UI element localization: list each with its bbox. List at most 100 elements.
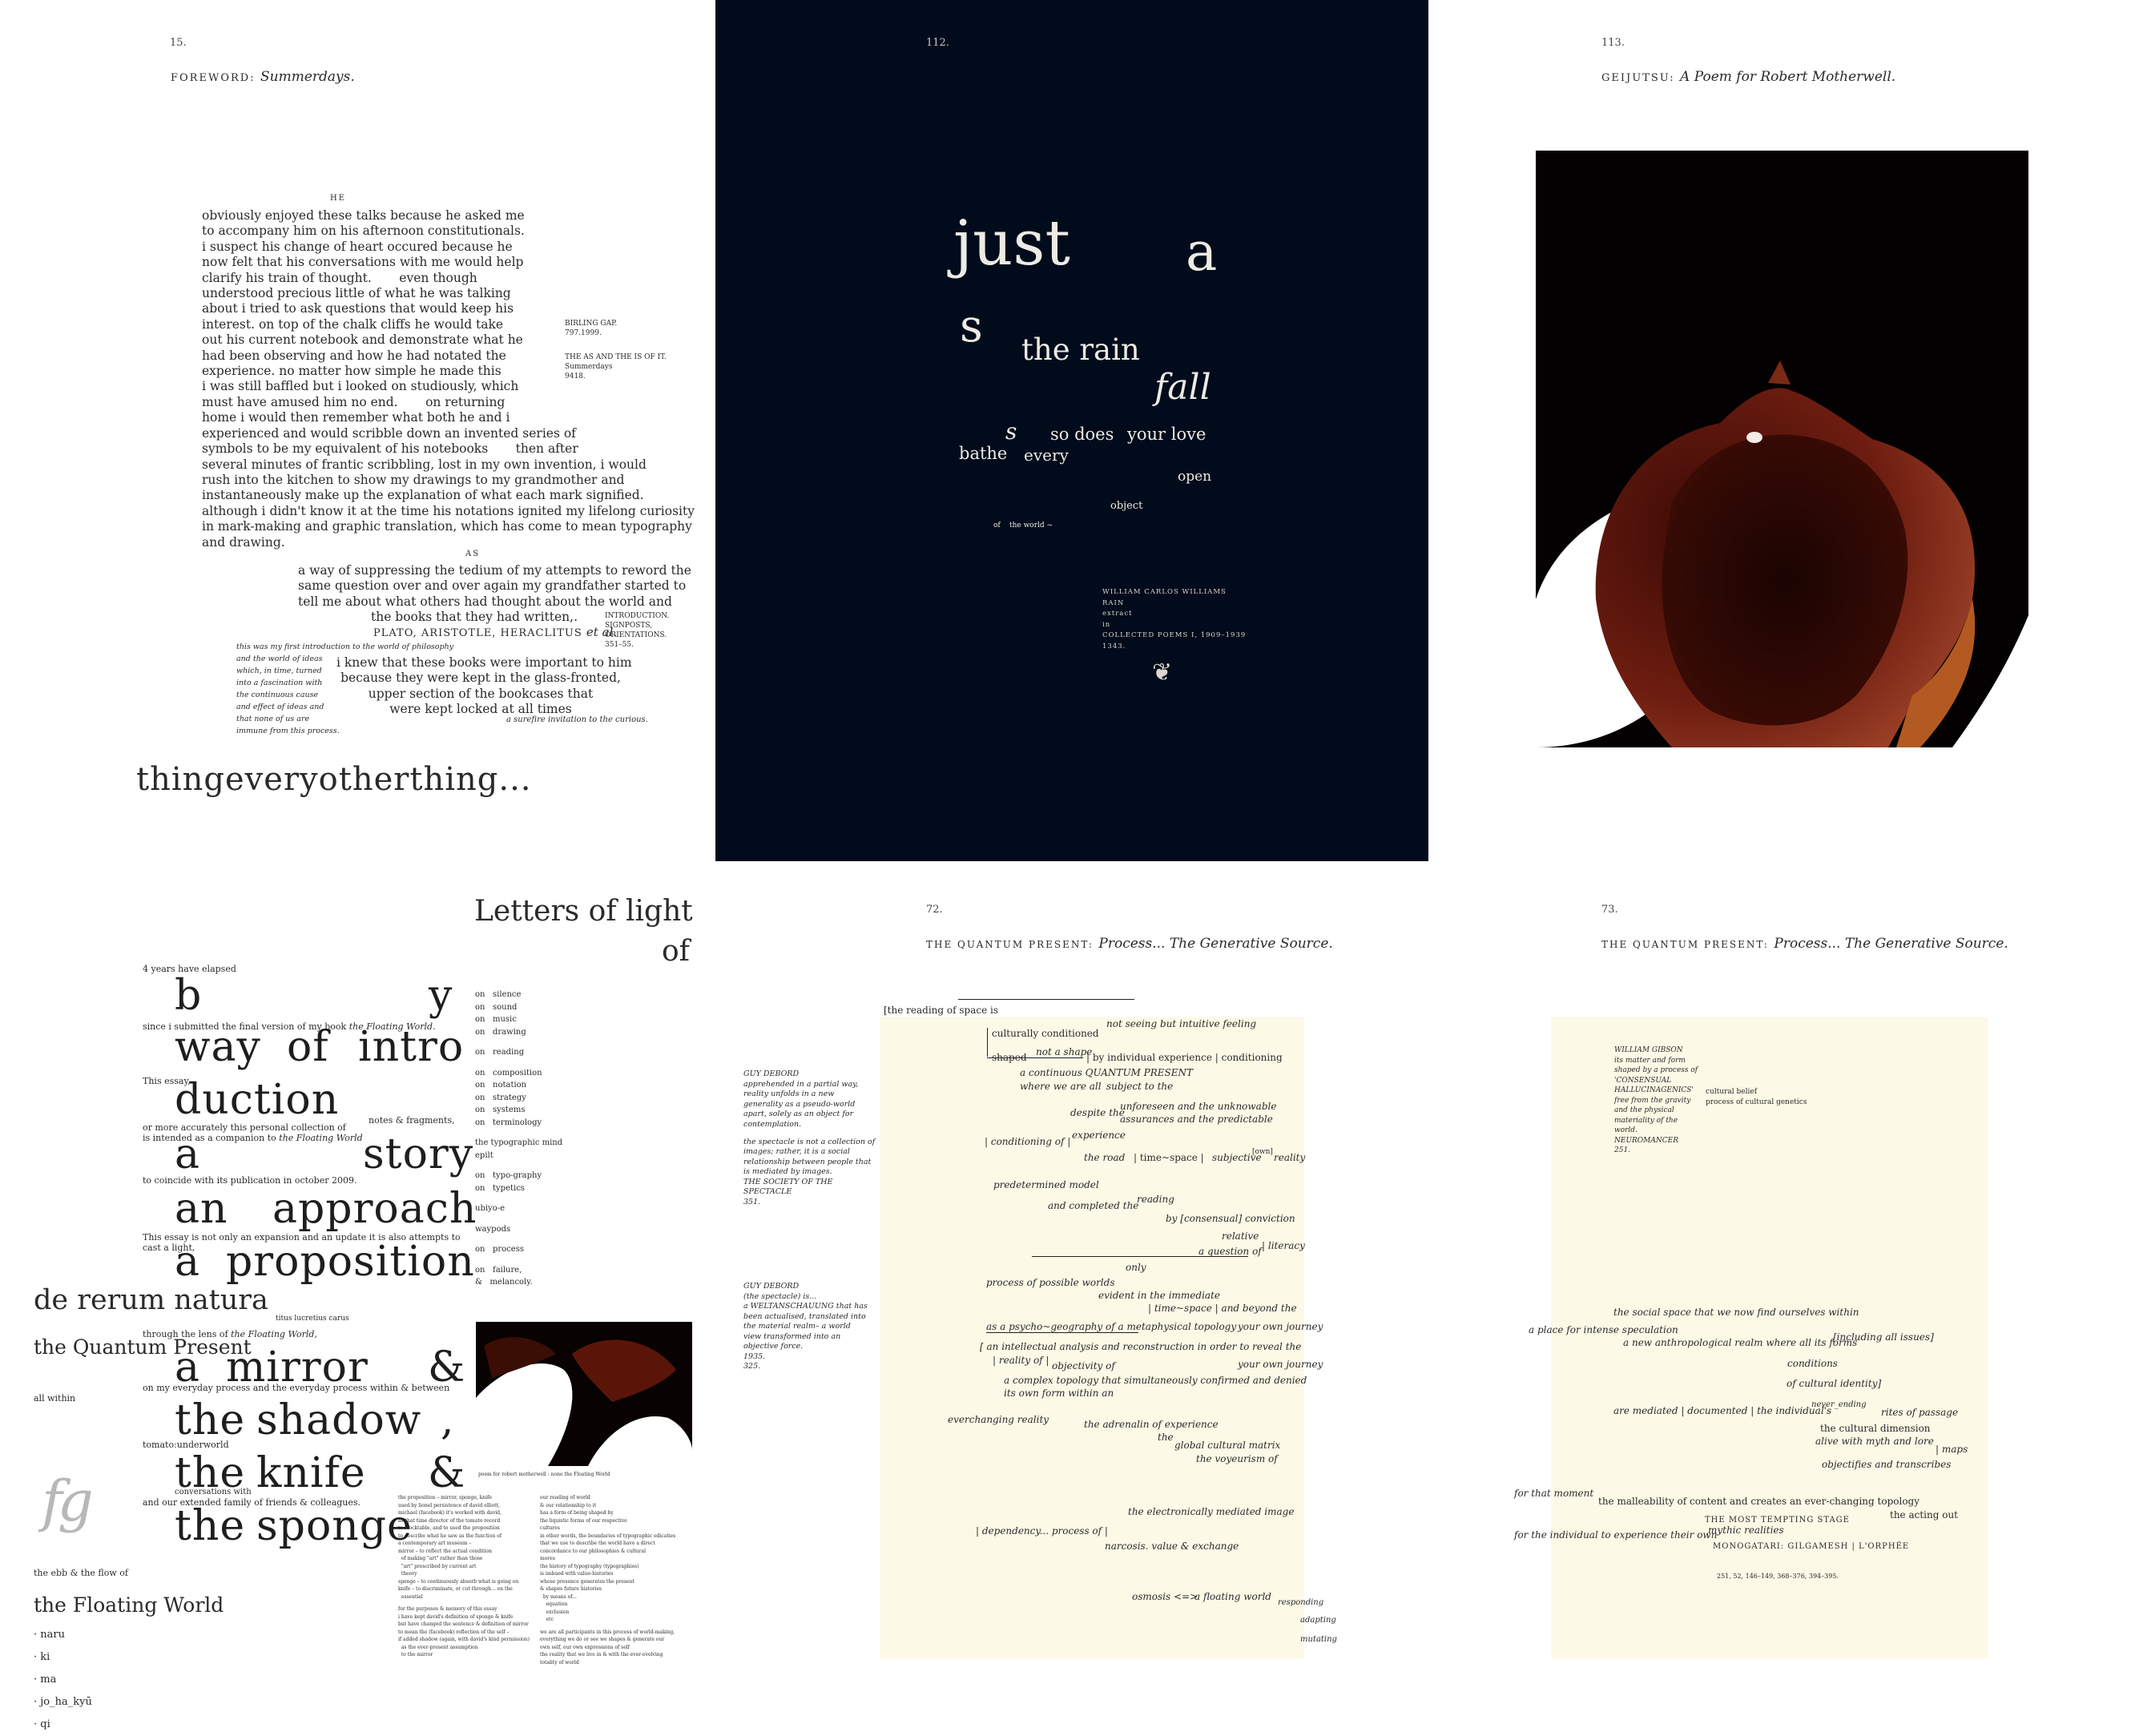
toc-item: waypods: [475, 1224, 511, 1234]
toc-item: epilt: [475, 1150, 493, 1160]
debord-line: generality as a pseudo-world: [743, 1099, 856, 1109]
debord-line: the spectacle is not a collection of: [743, 1137, 876, 1146]
side-note-line: and effect of ideas and: [236, 703, 324, 711]
word-intro: intro: [358, 1023, 465, 1071]
word-a-2: a: [175, 1238, 201, 1286]
credit-line: extract: [1102, 610, 1133, 618]
word-every: every: [1024, 445, 1069, 465]
side-italic-note: this was my first introduction to the wo…: [236, 641, 453, 737]
column-line: etc: [540, 1617, 554, 1622]
q-for-moment: for that moment: [1514, 1488, 1594, 1499]
note-line: Summerdays: [565, 363, 613, 371]
word-shadow: shadow: [256, 1396, 422, 1444]
body-line: experienced and would scribble down an i…: [202, 425, 576, 441]
lucretius: titus lucretius carus: [276, 1315, 349, 1323]
toc-item: on typetics: [475, 1183, 525, 1193]
q-rites: rites of passage: [1881, 1407, 1959, 1418]
body-line: symbols to be my equivalent of his noteb…: [202, 441, 578, 457]
word-the-1: the: [175, 1396, 246, 1444]
column-title: our reading of world: [540, 1495, 590, 1500]
debord-line: (the spectacle) is...: [743, 1291, 817, 1301]
header-label: THE QUANTUM PRESENT:: [1601, 939, 1769, 950]
q-global: global cultural matrix: [1174, 1440, 1281, 1451]
debord-line: 1935.: [743, 1351, 766, 1361]
q-responding: responding: [1278, 1598, 1324, 1607]
more-accurately: or more accurately this personal collect…: [143, 1122, 346, 1133]
column-line: knife – to discriminate, or cut through.…: [398, 1586, 513, 1592]
q-predetermined: predetermined model: [993, 1179, 1099, 1190]
q-continuous: a continuous QUANTUM PRESENT: [1020, 1067, 1194, 1078]
toc-item: on notation: [475, 1081, 527, 1090]
q-objectifies: objectifies and transcribes: [1822, 1459, 1952, 1470]
concept-label: qi: [40, 1718, 50, 1730]
column-line: that we use to describe the world have a…: [540, 1541, 655, 1546]
reading-of-world-column: our reading of world & our relationship t…: [540, 1494, 688, 1666]
column-line: "art" prescribed by current art: [398, 1563, 477, 1569]
debord-line: [743, 1130, 875, 1138]
debord-line: apart, solely as an object for: [743, 1110, 854, 1118]
column-line: the reality that we live in & with the e…: [540, 1652, 663, 1657]
column-line: equation: [540, 1601, 568, 1607]
credit-line: RAIN: [1102, 598, 1125, 607]
q-alive: alive with myth and lore: [1815, 1436, 1934, 1447]
concept-label: ma: [40, 1674, 57, 1686]
debord-line: been actualised, translated into: [743, 1311, 866, 1321]
q-including: [including all issues]: [1833, 1331, 1934, 1343]
word-a: a: [1186, 221, 1218, 283]
column-line: to describe what he saw as the function …: [398, 1533, 502, 1539]
word-sponge: sponge: [256, 1502, 413, 1550]
philosophers: PLATO, ARISTOTLE, HERACLITUS et al.: [373, 625, 617, 639]
gibson-line: 'CONSENSUAL: [1614, 1076, 1672, 1085]
column-line: everything we do or see we shapes & gene…: [540, 1637, 665, 1642]
side-note-line: the continuous cause: [236, 691, 319, 699]
q-the: the: [1158, 1432, 1174, 1443]
q-never-ending: never_ending: [1811, 1400, 1867, 1409]
debord-note-1: GUY DEBORD apprehended in a partial way, r…: [743, 1069, 875, 1207]
floating-world: the Floating World: [34, 1593, 224, 1617]
gibson-line: and the physical: [1614, 1106, 1674, 1114]
word-b: b: [175, 972, 203, 1020]
belief-line: process of cultural genetics: [1706, 1098, 1807, 1106]
q-despite: despite the: [1070, 1107, 1125, 1118]
concept-list-item: · ma: [34, 1669, 92, 1691]
flower-illustration: [1536, 360, 2028, 747]
q-not-a-shape: not a shape: [1036, 1046, 1093, 1057]
side-note-line: immune from this process.: [236, 727, 340, 735]
conversations-with: conversations with: [175, 1488, 252, 1496]
toc-item: on process: [475, 1245, 524, 1254]
page-number: 73.: [1601, 904, 1618, 916]
column-line: essential: [398, 1593, 423, 1600]
column-line: as the ever-present assumption: [398, 1644, 478, 1650]
flower-photo: [1536, 151, 2028, 747]
body-line: rush into the kitchen to show my drawing…: [202, 472, 625, 487]
drop-word-he: HE: [330, 194, 347, 203]
column-line: concordance to our philosophies & cultur…: [540, 1548, 646, 1554]
q-identity: of cultural identity]: [1787, 1378, 1882, 1389]
q-consensual: by [consensual] conviction: [1166, 1213, 1295, 1224]
debord-line: relationship between people that: [743, 1157, 872, 1166]
body-line: to accompany him on his afternoon consti…: [202, 224, 525, 239]
word-of: of: [993, 522, 1001, 530]
credit-line: 1343.: [1102, 642, 1126, 650]
q-objectivity: objectivity of: [1052, 1360, 1115, 1371]
word-duction: duction: [175, 1076, 340, 1124]
concept-list-item: · ki: [34, 1646, 92, 1669]
gibson-line: materiality of the: [1614, 1116, 1678, 1125]
gibson-line: shaped by a process of: [1614, 1066, 1698, 1074]
q-completed: and completed the: [1048, 1200, 1139, 1211]
word-approach: approach: [272, 1185, 477, 1233]
debord-line: the material realm– a world: [743, 1322, 851, 1331]
q-malleability: the malleability of content and creates …: [1598, 1496, 1920, 1507]
q-place: a place for intense speculation: [1529, 1324, 1678, 1335]
toc-item: on failure,: [475, 1265, 522, 1275]
word-a-1: a: [175, 1130, 201, 1178]
surefire-note: a surefire invitation to the curious.: [506, 715, 648, 724]
column-line: we are all participants in this process …: [540, 1629, 675, 1635]
toc-item: on terminology: [475, 1118, 542, 1127]
toc-item: ubiyo-e: [475, 1204, 506, 1213]
word-the-3: the: [175, 1502, 246, 1550]
rule-psycho: [986, 1332, 1138, 1333]
word-way: way: [175, 1023, 261, 1071]
q-adapting: adapting: [1300, 1616, 1336, 1625]
cultural-belief-note: cultural belief process of cultural genet…: [1706, 1087, 1807, 1108]
